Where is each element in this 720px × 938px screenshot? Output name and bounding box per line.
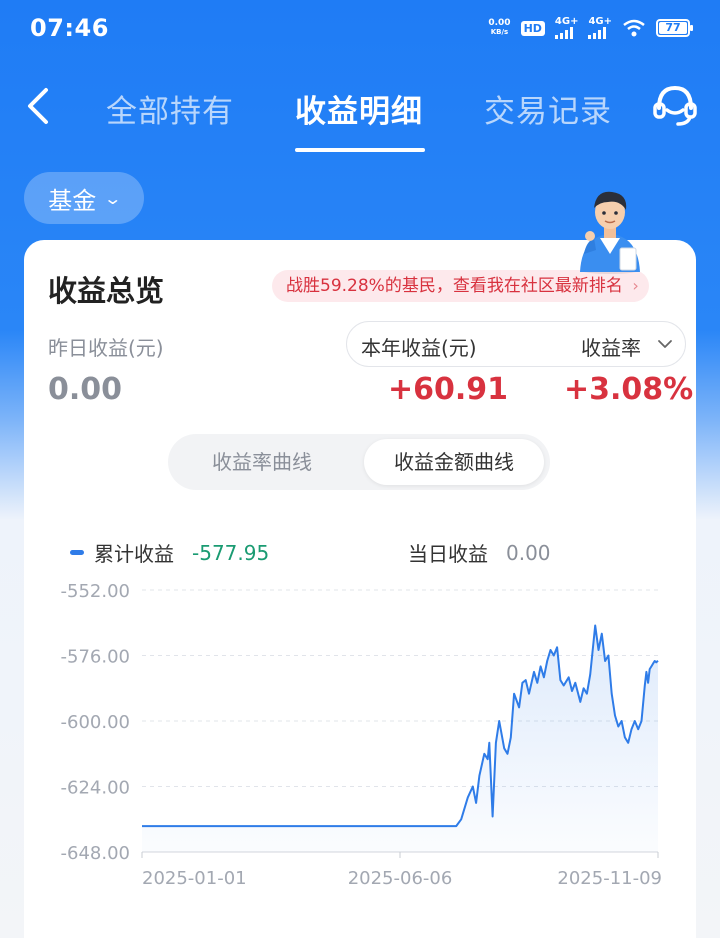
legend-daily-label: 当日收益 bbox=[408, 542, 488, 566]
fund-type-dropdown[interactable]: 基金 ⌄ bbox=[24, 172, 144, 224]
legend-daily: 当日收益 0.00 bbox=[408, 538, 551, 567]
chevron-down-icon: ⌄ bbox=[103, 188, 123, 208]
tab-income-details[interactable]: 收益明细 bbox=[295, 86, 423, 131]
signal-icon-1: 4G+ bbox=[554, 17, 578, 39]
tab-all-holdings[interactable]: 全部持有 bbox=[106, 86, 234, 131]
legend-cumulative: 累计收益 -577.95 bbox=[70, 538, 269, 567]
hd-voice-icon: HD bbox=[520, 20, 545, 36]
x-tick-label: 2025-11-09 bbox=[557, 868, 662, 889]
battery-icon: 77 bbox=[656, 19, 693, 37]
year-income-label: 本年收益(元) bbox=[361, 336, 477, 360]
cumulative-income-chart[interactable]: -552.00 -576.00 -600.00 -624.00 -648.00 2025-… bbox=[24, 570, 696, 900]
fund-type-label: 基金 bbox=[48, 186, 97, 215]
legend-daily-value: 0.00 bbox=[506, 540, 551, 565]
community-rank-banner[interactable]: 战胜59.28%的基民，查看我在社区最新排名 › bbox=[272, 270, 649, 302]
wifi-icon bbox=[623, 19, 645, 37]
return-rate-label: 收益率 bbox=[581, 336, 641, 360]
chevron-down-icon bbox=[658, 340, 672, 348]
chevron-right-icon: › bbox=[632, 276, 639, 295]
status-icons: 0.00 KB/s HD 4G+ 4G+ 77 bbox=[488, 17, 693, 39]
card-title: 收益总览 bbox=[48, 274, 165, 308]
customer-service-icon[interactable] bbox=[650, 80, 700, 130]
return-rate-value: +3.08% bbox=[564, 372, 694, 407]
rank-text: 战胜59.28%的基民，查看我在社区最新排名 bbox=[286, 276, 623, 296]
income-overview-card: 收益总览 战胜59.28%的基民，查看我在社区最新排名 › 昨日收益(元) 0.… bbox=[24, 240, 696, 938]
top-nav: 全部持有 收益明细 交易记录 bbox=[0, 70, 720, 160]
legend-cumulative-value: -577.95 bbox=[192, 540, 270, 565]
mascot-illustration bbox=[580, 191, 640, 274]
tab-rate-curve[interactable]: 收益率曲线 bbox=[176, 439, 348, 485]
yesterday-income-label: 昨日收益(元) bbox=[48, 336, 164, 360]
period-metric-selector[interactable]: 本年收益(元) 收益率 bbox=[346, 321, 686, 367]
year-income-value: +60.91 bbox=[388, 372, 509, 407]
y-tick-label: -648.00 bbox=[61, 843, 130, 864]
active-tab-indicator bbox=[295, 148, 425, 152]
y-tick-label: -552.00 bbox=[61, 581, 130, 602]
x-tick-label: 2025-01-01 bbox=[142, 868, 247, 889]
y-tick-label: -624.00 bbox=[61, 778, 130, 799]
network-speed: 0.00 KB/s bbox=[488, 18, 511, 37]
x-tick-label: 2025-06-06 bbox=[348, 868, 453, 889]
status-bar: 07:46 0.00 KB/s HD 4G+ 4G+ 77 bbox=[0, 0, 720, 56]
tab-transaction-records[interactable]: 交易记录 bbox=[484, 86, 612, 131]
back-icon[interactable] bbox=[22, 86, 56, 126]
signal-icon-2: 4G+ bbox=[588, 17, 612, 39]
curve-type-switch: 收益率曲线 收益金额曲线 bbox=[168, 434, 550, 490]
legend-swatch bbox=[70, 550, 84, 555]
clock: 07:46 bbox=[30, 14, 109, 42]
y-tick-label: -576.00 bbox=[61, 647, 130, 668]
yesterday-income-value: 0.00 bbox=[48, 372, 123, 407]
y-tick-label: -600.00 bbox=[61, 712, 130, 733]
legend-cumulative-label: 累计收益 bbox=[94, 542, 174, 566]
tab-amount-curve[interactable]: 收益金额曲线 bbox=[364, 439, 544, 485]
series-area bbox=[142, 625, 658, 852]
